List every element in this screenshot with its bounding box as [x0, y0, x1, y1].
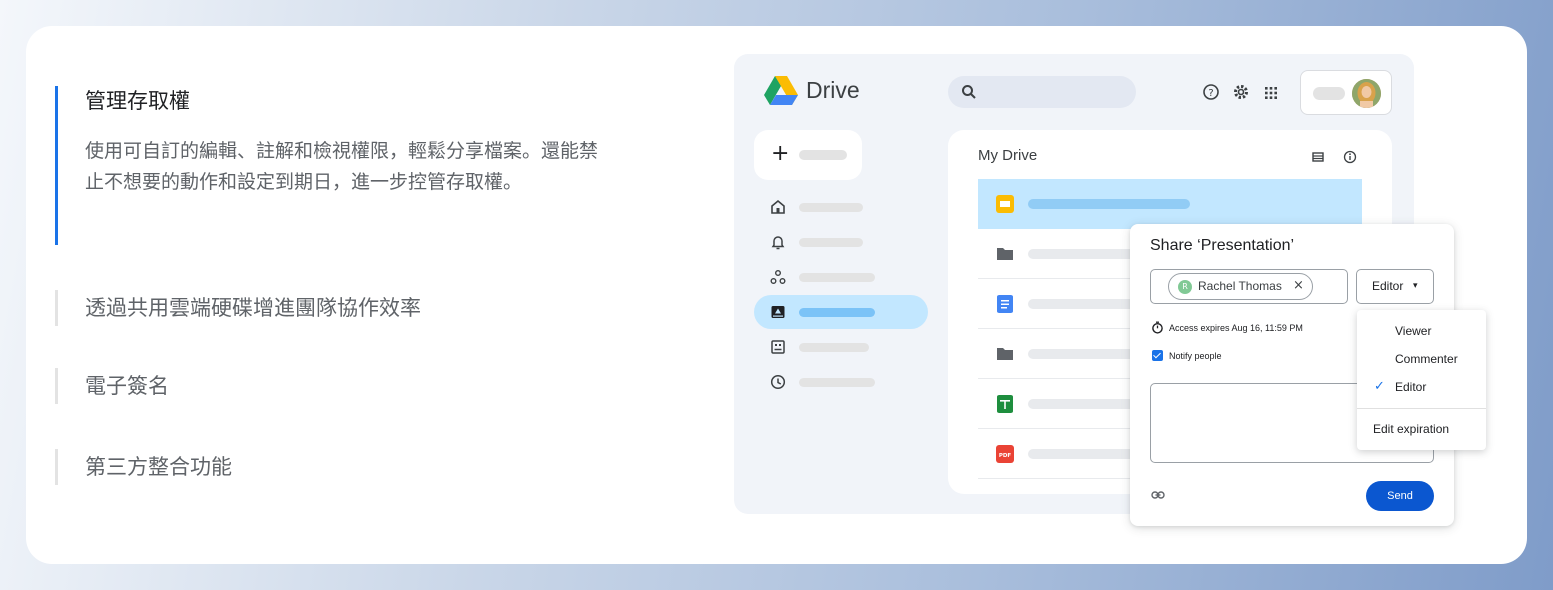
role-dropdown-button[interactable]: Editor ▾ — [1356, 269, 1434, 304]
indicator-bar — [55, 368, 58, 404]
menu-item-edit-expiration[interactable]: Edit expiration — [1373, 422, 1449, 436]
gear-icon[interactable] — [1231, 82, 1251, 102]
notify-label: Notify people — [1169, 351, 1222, 361]
feature-title: 電子簽名 — [85, 374, 169, 398]
nav-label-placeholder — [799, 378, 875, 387]
computers-icon — [771, 340, 785, 354]
timer-icon — [1152, 321, 1163, 334]
indicator-bar — [55, 290, 58, 326]
sidebar-item-my-drive[interactable] — [754, 295, 928, 329]
menu-divider — [1357, 408, 1486, 409]
nav-label-placeholder — [799, 203, 863, 212]
person-name: Rachel Thomas — [1198, 279, 1282, 293]
svg-text:?: ? — [1208, 88, 1213, 99]
folder-icon — [997, 348, 1013, 360]
active-indicator-bar — [55, 86, 58, 245]
feature-title: 管理存取權 — [85, 89, 190, 113]
access-expiry-text: Access expires Aug 16, 11:59 PM — [1169, 323, 1303, 333]
account-switcher[interactable] — [1300, 70, 1392, 115]
pdf-file-icon: PDF — [996, 445, 1014, 463]
chevron-down-icon: ▾ — [1413, 280, 1418, 290]
new-label-placeholder — [799, 150, 847, 160]
feature-third-party[interactable]: 第三方整合功能 — [55, 449, 232, 485]
check-icon: ✓ — [1374, 379, 1385, 394]
slides-file-icon — [996, 195, 1014, 213]
docs-file-icon — [997, 295, 1013, 313]
role-label: Editor — [1372, 279, 1404, 293]
sidebar-item-activity[interactable] — [754, 225, 928, 259]
menu-item-editor[interactable]: Editor — [1395, 380, 1426, 394]
remove-person-icon[interactable]: × — [1293, 278, 1304, 293]
workspaces-icon — [770, 270, 786, 284]
feature-title: 第三方整合功能 — [85, 455, 232, 479]
svg-text:PDF: PDF — [999, 453, 1012, 459]
feature-shared-drives[interactable]: 透過共用雲端硬碟增進團隊協作效率 — [55, 290, 421, 326]
clock-icon — [770, 374, 786, 390]
feature-esignature[interactable]: 電子簽名 — [55, 368, 169, 404]
menu-item-commenter[interactable]: Commenter — [1395, 352, 1458, 366]
list-view-icon[interactable] — [1311, 150, 1325, 164]
apps-grid-icon[interactable] — [1261, 82, 1281, 102]
help-icon[interactable]: ? — [1201, 82, 1221, 102]
drive-logo-icon — [764, 76, 798, 105]
search-icon — [962, 85, 976, 99]
drive-brand: Drive — [806, 77, 860, 103]
bell-icon — [771, 236, 785, 250]
sidebar-item-workspaces[interactable] — [754, 260, 928, 294]
my-drive-icon — [771, 306, 785, 318]
share-dialog-title: Share ‘Presentation’ — [1150, 237, 1295, 254]
file-name-placeholder — [1028, 199, 1190, 209]
account-name-placeholder — [1313, 87, 1345, 100]
feature-description: 使用可自訂的編輯、註解和檢視權限，輕鬆分享檔案。還能禁止不想要的動作和設定到期日… — [85, 140, 599, 193]
page-title: My Drive — [978, 147, 1038, 164]
nav-label-placeholder — [799, 308, 875, 317]
menu-item-viewer[interactable]: Viewer — [1395, 324, 1431, 338]
notify-people-option[interactable]: Notify people — [1152, 350, 1222, 361]
notify-checkbox[interactable] — [1152, 350, 1163, 361]
feature-manage-access[interactable]: 管理存取權 使用可自訂的編輯、註解和檢視權限，輕鬆分享檔案。還能禁止不想要的動作… — [55, 86, 615, 245]
person-avatar: R — [1178, 280, 1192, 294]
nav-label-placeholder — [799, 238, 863, 247]
info-icon[interactable] — [1343, 150, 1357, 164]
search-bar[interactable] — [948, 76, 1136, 108]
folder-icon — [997, 248, 1013, 260]
plus-icon: + — [771, 141, 790, 166]
nav-label-placeholder — [799, 343, 869, 352]
nav-label-placeholder — [799, 273, 875, 282]
avatar — [1352, 79, 1381, 108]
send-button[interactable]: Send — [1366, 481, 1434, 511]
new-button[interactable]: + — [754, 130, 862, 180]
file-row-presentation[interactable] — [978, 179, 1362, 229]
access-expiry[interactable]: Access expires Aug 16, 11:59 PM — [1151, 321, 1303, 334]
sidebar-item-home[interactable] — [754, 190, 928, 224]
home-icon — [771, 199, 785, 214]
feature-title: 透過共用雲端硬碟增進團隊協作效率 — [85, 296, 421, 320]
sheets-file-icon — [997, 395, 1013, 413]
person-chip[interactable]: R Rachel Thomas × — [1168, 273, 1313, 300]
link-icon[interactable] — [1151, 490, 1165, 500]
sidebar-item-recent[interactable] — [754, 365, 928, 399]
sidebar-item-computers[interactable] — [754, 330, 928, 364]
indicator-bar — [55, 449, 58, 485]
